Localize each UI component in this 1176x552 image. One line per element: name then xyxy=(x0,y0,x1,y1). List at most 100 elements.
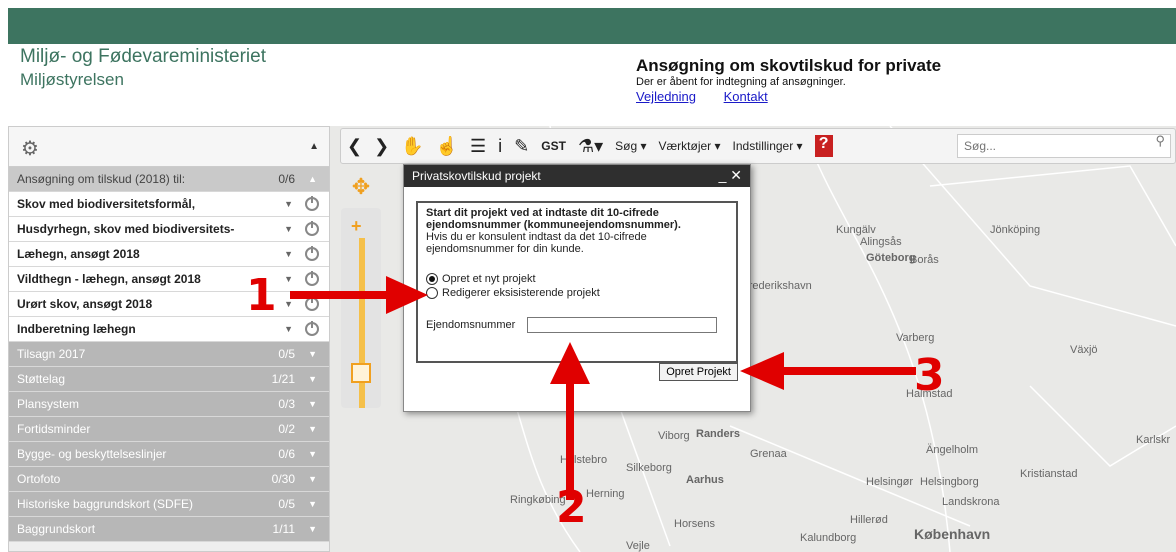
layer-group[interactable]: Historiske baggrundskort (SDFE) 0/5 ▼ xyxy=(9,492,329,517)
layer-group[interactable]: Ortofoto 0/30 ▼ xyxy=(9,467,329,492)
radio-edit-project[interactable]: Redigerer eksisisterende projekt xyxy=(426,287,728,299)
group-label: Plansystem xyxy=(17,397,80,411)
map-label: Silkeborg xyxy=(626,462,672,474)
map-label: Alingsås xyxy=(860,236,902,248)
chevron-down-icon: ▼ xyxy=(308,374,317,384)
zoom-slider-handle[interactable] xyxy=(351,363,371,383)
pan-hand-icon[interactable]: ✋ xyxy=(401,136,423,157)
map-label: Helsingborg xyxy=(920,476,979,488)
layer-label: Indberetning læhegn xyxy=(17,322,136,336)
map-label: Hillerød xyxy=(850,514,888,526)
layer-group[interactable]: Baggrundskort 1/11 ▼ xyxy=(9,517,329,542)
map-toolbar: ❮ ❯ ✋ ☝ ☰ i ✎ GST ⚗▾ Søg ▾ Værktøjer ▾ I… xyxy=(340,128,1176,164)
map-label: Varberg xyxy=(896,332,935,344)
group-count: 0/6 xyxy=(278,447,295,461)
group-count: 0/30 xyxy=(271,472,295,486)
chevron-down-icon: ▼ xyxy=(308,424,317,434)
map-label: Landskrona xyxy=(942,496,1000,508)
annotation-arrow-3 xyxy=(740,352,916,390)
map-label: Aarhus xyxy=(686,474,724,486)
forward-icon[interactable]: ❯ xyxy=(374,136,389,157)
application-group[interactable]: Ansøgning om tilskud (2018) til: 0/6 ▲ xyxy=(9,167,329,192)
search-input[interactable] xyxy=(957,134,1171,158)
header-links: Vejledning Kontakt xyxy=(636,89,792,104)
gear-icon[interactable]: ⚙ xyxy=(21,136,43,160)
power-icon[interactable] xyxy=(305,246,319,261)
chevron-down-icon: ▼ xyxy=(308,399,317,409)
group-count: 0/5 xyxy=(278,347,295,361)
top-bar xyxy=(8,8,1176,44)
layer-group[interactable]: Plansystem 0/3 ▼ xyxy=(9,392,329,417)
map-label: Jönköping xyxy=(990,224,1041,236)
power-icon[interactable] xyxy=(305,196,319,211)
group-label: Baggrundskort xyxy=(17,522,96,536)
pan-control-icon[interactable]: ✥ xyxy=(347,174,375,202)
tools-menu[interactable]: Værktøjer ▾ xyxy=(658,139,720,153)
layer-item[interactable]: Husdyrhegn, skov med biodiversitets- ▼ xyxy=(9,217,329,242)
search-icon[interactable]: ⚲ xyxy=(1155,133,1165,149)
layer-item[interactable]: Urørt skov, ansøgt 2018 ▼ xyxy=(9,292,329,317)
group-count: 1/11 xyxy=(272,522,295,536)
chevron-down-icon[interactable]: ▼ xyxy=(284,224,293,234)
group-label: Ansøgning om tilskud (2018) til: xyxy=(17,172,186,186)
chevron-up-icon: ▲ xyxy=(308,174,317,184)
share-icon[interactable]: ⚗▾ xyxy=(578,136,603,157)
map-label: Helsingør xyxy=(866,476,914,488)
draw-icon[interactable]: ✎ xyxy=(514,136,529,157)
layer-item[interactable]: Skov med biodiversitetsformål, ▼ xyxy=(9,192,329,217)
chevron-down-icon[interactable]: ▼ xyxy=(284,249,293,259)
dialog-title: Privatskovtilskud projekt xyxy=(412,169,541,183)
field-label: Ejendomsnummer xyxy=(426,319,516,331)
group-label: Tilsagn 2017 xyxy=(17,347,86,361)
page-title: Ansøgning om skovtilskud for private xyxy=(636,56,942,75)
intro-text: Hvis du er konsulent indtast da det 10-c… xyxy=(426,231,647,255)
gst-button[interactable]: GST xyxy=(541,139,566,153)
dialog-body: Start dit projekt ved at indtaste dit 10… xyxy=(416,201,738,363)
ejendomsnummer-input[interactable] xyxy=(527,317,718,333)
group-count: 0/2 xyxy=(278,422,295,436)
group-count: 1/21 xyxy=(271,372,295,386)
chevron-down-icon[interactable]: ▼ xyxy=(284,199,293,209)
map-label: Göteborg xyxy=(866,252,916,264)
zoom-in-icon[interactable]: + xyxy=(351,216,362,237)
layer-item[interactable]: Vildthegn - læhegn, ansøgt 2018 ▼ xyxy=(9,267,329,292)
chevron-down-icon: ▼ xyxy=(308,524,317,534)
radio-new-project[interactable]: Opret et nyt projekt xyxy=(426,273,728,285)
layer-label: Skov med biodiversitetsformål, xyxy=(17,197,196,211)
layer-group[interactable]: Tilsagn 2017 0/5 ▼ xyxy=(9,342,329,367)
kontakt-link[interactable]: Kontakt xyxy=(724,89,768,104)
chevron-down-icon[interactable]: ▼ xyxy=(284,324,293,334)
intro-bold: Start dit projekt ved at indtaste dit 10… xyxy=(426,207,681,231)
help-icon[interactable]: ? xyxy=(814,135,833,157)
map-label: Karlskr xyxy=(1136,434,1171,446)
radio-label: Opret et nyt projekt xyxy=(442,273,536,285)
agency-name: Miljøstyrelsen xyxy=(20,70,124,89)
group-label: Støttelag xyxy=(17,372,66,386)
collapse-icon[interactable]: ▲ xyxy=(309,141,319,152)
group-label: Bygge- og beskyttelseslinjer xyxy=(17,447,167,461)
close-icon[interactable]: _ ✕ xyxy=(719,167,742,184)
layer-label: Husdyrhegn, skov med biodiversitets- xyxy=(17,222,235,236)
layer-group[interactable]: Støttelag 1/21 ▼ xyxy=(9,367,329,392)
left-edge xyxy=(0,0,8,552)
settings-menu[interactable]: Indstillinger ▾ xyxy=(733,139,803,153)
power-icon[interactable] xyxy=(305,321,319,336)
info-icon[interactable]: i xyxy=(498,136,502,157)
vejledning-link[interactable]: Vejledning xyxy=(636,89,696,104)
group-label: Fortidsminder xyxy=(17,422,91,436)
layer-item[interactable]: Læhegn, ansøgt 2018 ▼ xyxy=(9,242,329,267)
layer-group[interactable]: Fortidsminder 0/2 ▼ xyxy=(9,417,329,442)
back-icon[interactable]: ❮ xyxy=(347,136,362,157)
identify-icon[interactable]: ☝ xyxy=(436,136,458,157)
chevron-down-icon: ▼ xyxy=(308,449,317,459)
search-menu[interactable]: Søg ▾ xyxy=(615,139,646,153)
annotation-number: 3 xyxy=(914,350,945,401)
layer-label: Læhegn, ansøgt 2018 xyxy=(17,247,140,261)
list-icon[interactable]: ☰ xyxy=(470,136,486,157)
map-label: Grenaa xyxy=(750,448,787,460)
create-project-button[interactable]: Opret Projekt xyxy=(659,363,738,381)
map-label: Randers xyxy=(696,428,741,440)
layer-group[interactable]: Bygge- og beskyttelseslinjer 0/6 ▼ xyxy=(9,442,329,467)
layer-item[interactable]: Indberetning læhegn ▼ xyxy=(9,317,329,342)
power-icon[interactable] xyxy=(305,221,319,236)
